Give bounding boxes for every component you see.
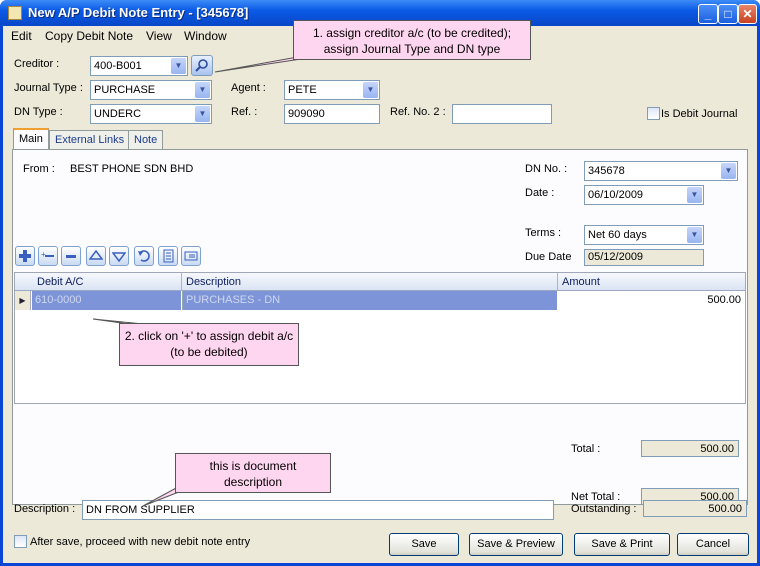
- window-client-area: Edit Copy Debit Note View Window Credito…: [3, 20, 757, 563]
- close-button[interactable]: ✕: [738, 4, 757, 24]
- maximize-button[interactable]: □: [718, 4, 738, 24]
- callout-pointers: [92, 55, 322, 507]
- application-window: New A/P Debit Note Entry - [345678] _ □ …: [0, 0, 760, 566]
- document-icon: [8, 6, 22, 20]
- callout-document-description: this is document description: [175, 453, 331, 493]
- callout-assign-creditor: 1. assign creditor a/c (to be credited);…: [293, 20, 531, 60]
- window-title: New A/P Debit Note Entry - [345678]: [28, 5, 249, 20]
- minimize-button[interactable]: _: [698, 4, 718, 24]
- callout-assign-debit: 2. click on '+' to assign debit a/c (to …: [119, 323, 299, 366]
